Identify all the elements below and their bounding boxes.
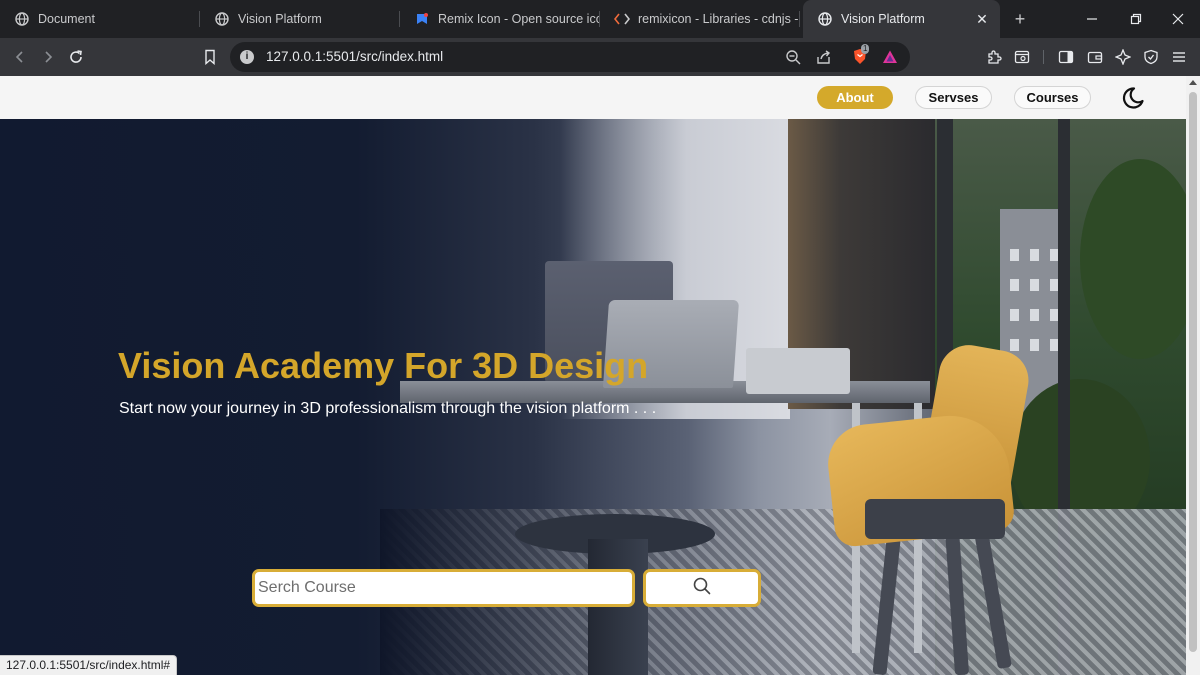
address-bar[interactable]: i 127.0.0.1:5501/src/index.html 1: [230, 42, 910, 72]
browser-toolbar: i 127.0.0.1:5501/src/index.html 1: [0, 38, 1200, 76]
globe-icon: [817, 11, 833, 27]
url-text[interactable]: 127.0.0.1:5501/src/index.html: [266, 49, 443, 64]
bookmark-icon[interactable]: [198, 45, 222, 69]
toolbar-divider: [1043, 50, 1044, 64]
search-input[interactable]: [255, 572, 632, 604]
search-icon: [693, 577, 711, 600]
scrollbar-thumb[interactable]: [1189, 92, 1197, 652]
leo-ai-icon[interactable]: [1111, 45, 1135, 69]
brave-rewards-icon[interactable]: [880, 47, 900, 67]
moon-icon[interactable]: [1120, 85, 1146, 111]
nav-servses-button[interactable]: Servses: [915, 86, 992, 109]
minimize-window-icon[interactable]: [1070, 0, 1114, 38]
link-status-bubble: 127.0.0.1:5501/src/index.html#: [0, 655, 178, 675]
brave-shield-icon[interactable]: 1: [850, 44, 870, 67]
share-icon[interactable]: [814, 47, 834, 67]
browser-tab[interactable]: remixicon - Libraries - cdnjs - T: [600, 0, 800, 38]
tab-title: Document: [38, 12, 95, 26]
menu-hamburger-icon[interactable]: [1167, 45, 1191, 69]
wallet-icon[interactable]: [1083, 45, 1107, 69]
restore-window-icon[interactable]: [1114, 0, 1158, 38]
reader-mode-icon[interactable]: [1010, 45, 1034, 69]
scroll-up-arrow-icon[interactable]: [1189, 80, 1197, 85]
globe-icon: [14, 11, 30, 27]
hero-title: Vision Academy For 3D Design: [118, 345, 649, 386]
extensions-puzzle-icon[interactable]: [982, 45, 1006, 69]
page-scrollbar[interactable]: [1186, 76, 1200, 675]
tab-title: Vision Platform: [238, 12, 322, 26]
nav-about-button[interactable]: About: [817, 86, 893, 109]
tab-title: Vision Platform: [841, 12, 925, 26]
zoom-out-icon[interactable]: [783, 47, 803, 67]
back-arrow-icon[interactable]: [8, 45, 32, 69]
sidebar-toggle-icon[interactable]: [1054, 45, 1078, 69]
nav-courses-button[interactable]: Courses: [1014, 86, 1091, 109]
browser-tab-active[interactable]: Vision Platform ✕: [803, 0, 1000, 38]
forward-arrow-icon[interactable]: [36, 45, 60, 69]
hero-subtitle: Start now your journey in 3D professiona…: [119, 400, 657, 417]
hero-section: Vision Academy For 3D Design Start now y…: [0, 119, 1186, 675]
search-button[interactable]: [643, 569, 761, 607]
site-navbar: About Servses Courses: [0, 76, 1186, 119]
remix-icon: [414, 11, 430, 27]
page-viewport: About Servses Courses Vision Academy For…: [0, 76, 1186, 675]
browser-tab-strip: Document Vision Platform Remix Icon - Op…: [0, 0, 1200, 38]
tab-title: remixicon - Libraries - cdnjs - T: [638, 12, 800, 26]
vpn-shield-icon[interactable]: [1139, 45, 1163, 69]
new-tab-button[interactable]: +: [1010, 9, 1030, 29]
browser-tab[interactable]: Document: [0, 0, 200, 38]
close-window-icon[interactable]: [1156, 0, 1200, 38]
course-search-field[interactable]: [252, 569, 635, 607]
globe-icon: [214, 11, 230, 27]
code-brackets-icon: [614, 11, 630, 27]
close-tab-icon[interactable]: ✕: [974, 11, 990, 27]
browser-tab[interactable]: Remix Icon - Open source icon: [400, 0, 600, 38]
tab-title: Remix Icon - Open source icon: [438, 12, 600, 26]
reload-icon[interactable]: [64, 45, 88, 69]
browser-tab[interactable]: Vision Platform: [200, 0, 400, 38]
site-info-icon[interactable]: i: [240, 50, 254, 64]
